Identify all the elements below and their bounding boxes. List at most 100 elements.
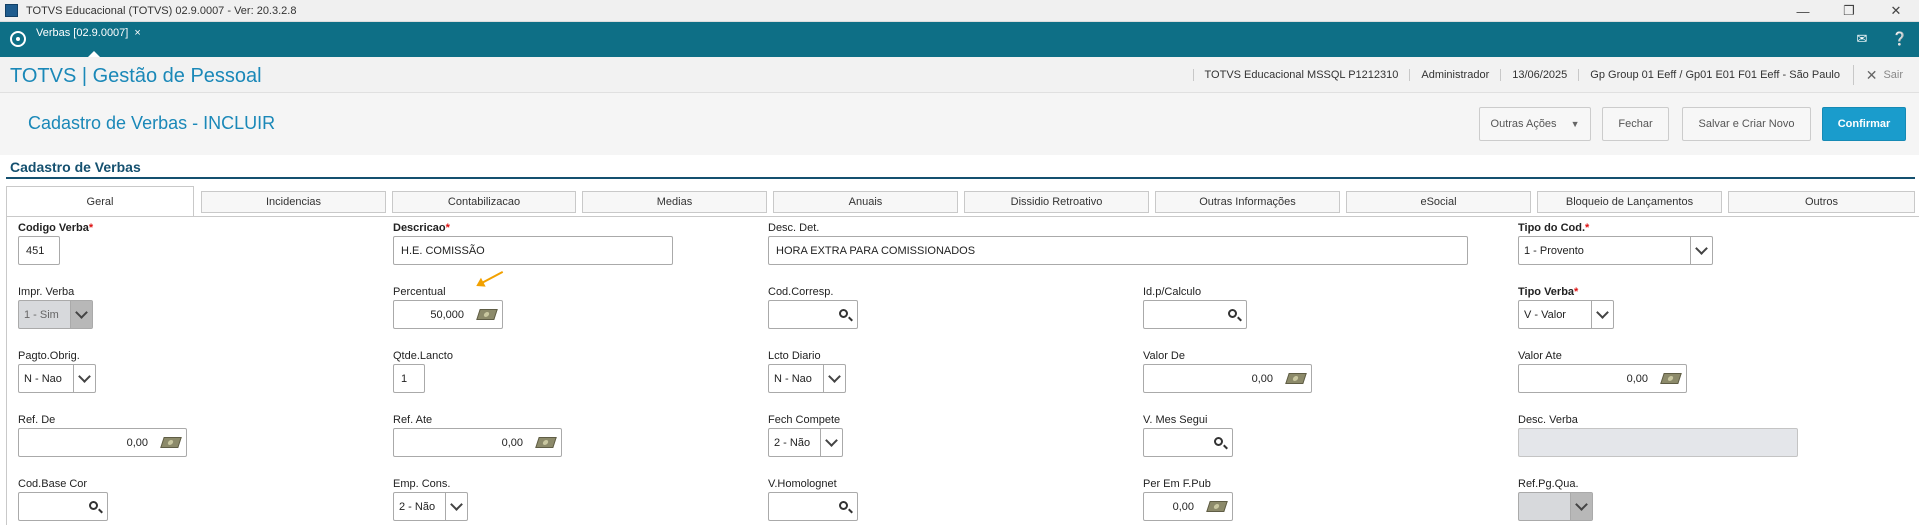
fech-compete-select[interactable]: 2 - Não — [768, 428, 843, 457]
money-icon[interactable] — [1660, 373, 1682, 384]
search-icon[interactable] — [1214, 437, 1223, 446]
ref-pg-qua-select[interactable] — [1518, 492, 1593, 521]
save-new-button[interactable]: Salvar e Criar Novo — [1682, 107, 1811, 141]
environment-info[interactable]: TOTVS Educacional MSSQL P1212310 — [1192, 69, 1410, 81]
qtde-lancto-input[interactable]: 1 — [393, 364, 425, 393]
id-calculo-label: Id.p/Calculo — [1143, 286, 1202, 298]
v-mes-segui-label: V. Mes Segui — [1143, 414, 1208, 426]
close-form-button[interactable]: Fechar — [1602, 107, 1669, 141]
money-icon[interactable] — [160, 437, 182, 448]
pagto-obrig-value: N - Nao — [24, 372, 62, 385]
ref-ate-label: Ref. Ate — [393, 414, 433, 426]
tab-outros[interactable]: Outros — [1728, 191, 1915, 213]
restore-icon[interactable]: ❐ — [1826, 0, 1872, 22]
id-calculo-input[interactable] — [1143, 300, 1247, 329]
v-mes-segui-input[interactable] — [1143, 428, 1233, 457]
other-actions-button[interactable]: Outras Ações ▼ — [1479, 107, 1591, 141]
chevron-down-icon[interactable] — [1570, 493, 1592, 520]
tab-incidencias[interactable]: Incidencias — [201, 191, 386, 213]
other-actions-label: Outras Ações — [1490, 118, 1557, 130]
emp-cons-value: 2 - Não — [399, 500, 436, 513]
lcto-diario-label: Lcto Diario — [768, 350, 821, 362]
section-divider — [6, 177, 1915, 179]
tab-verbas-label: Verbas [02.9.0007] — [36, 27, 129, 39]
logout-label: Sair — [1883, 69, 1903, 81]
brand-title: TOTVS | Gestão de Pessoal — [10, 65, 262, 87]
tipo-cod-select[interactable]: 1 - Provento — [1518, 236, 1713, 265]
descricao-input[interactable]: H.E. COMISSÃO — [393, 236, 673, 265]
ref-de-input[interactable]: 0,00 — [18, 428, 187, 457]
totvs-logo-icon[interactable] — [10, 31, 26, 47]
logout-button[interactable]: ✕ Sair — [1852, 65, 1903, 85]
chevron-down-icon[interactable] — [823, 365, 845, 392]
per-em-fpub-value: 0,00 — [1172, 500, 1194, 513]
cod-base-cor-label: Cod.Base Cor — [18, 478, 88, 490]
tab-contabilizacao[interactable]: Contabilizacao — [392, 191, 576, 213]
tab-bloqueio-lancamentos[interactable]: Bloqueio de Lançamentos — [1537, 191, 1722, 213]
valor-ate-label: Valor Ate — [1518, 350, 1562, 362]
tab-anuais[interactable]: Anuais — [773, 191, 958, 213]
impr-verba-select: 1 - Sim — [18, 300, 93, 329]
fech-compete-value: 2 - Não — [774, 436, 811, 449]
search-icon[interactable] — [839, 501, 848, 510]
money-icon[interactable] — [1285, 373, 1307, 384]
minimize-icon[interactable]: — — [1780, 0, 1826, 22]
chevron-down-icon[interactable] — [73, 365, 95, 392]
chevron-down-icon[interactable] — [820, 429, 842, 456]
ref-de-label: Ref. De — [18, 414, 56, 426]
tipo-cod-value: 1 - Provento — [1524, 244, 1584, 257]
tab-geral[interactable]: Geral — [6, 186, 194, 217]
window-title: TOTVS Educacional (TOTVS) 02.9.0007 - Ve… — [26, 4, 297, 17]
pagto-obrig-label: Pagto.Obrig. — [18, 350, 80, 362]
search-icon[interactable] — [839, 309, 848, 318]
tab-dissidio-retroativo[interactable]: Dissidio Retroativo — [964, 191, 1149, 213]
valor-de-label: Valor De — [1143, 350, 1185, 362]
desc-det-input[interactable]: HORA EXTRA PARA COMISSIONADOS — [768, 236, 1468, 265]
codigo-verba-input[interactable]: 451 — [18, 236, 60, 265]
v-homolognet-label: V.Homolognet — [768, 478, 837, 490]
qtde-lancto-label: Qtde.Lancto — [393, 350, 453, 362]
cod-base-cor-input[interactable] — [18, 492, 108, 521]
v-homolognet-input[interactable] — [768, 492, 858, 521]
tab-verbas[interactable]: Verbas [02.9.0007] × — [36, 27, 141, 39]
confirm-button[interactable]: Confirmar — [1822, 107, 1906, 141]
pagto-obrig-select[interactable]: N - Nao — [18, 364, 96, 393]
lcto-diario-select[interactable]: N - Nao — [768, 364, 846, 393]
money-icon[interactable] — [476, 309, 498, 320]
money-icon[interactable] — [1206, 501, 1228, 512]
percentual-value: 50,000 — [430, 308, 464, 321]
money-icon[interactable] — [535, 437, 557, 448]
per-em-fpub-label: Per Em F.Pub — [1143, 478, 1211, 490]
search-icon[interactable] — [89, 501, 98, 510]
user-info[interactable]: Administrador — [1409, 69, 1500, 81]
mail-icon[interactable]: ✉ — [1851, 27, 1873, 51]
tab-esocial[interactable]: eSocial — [1346, 191, 1531, 213]
section-title: Cadastro de Verbas — [10, 159, 141, 175]
chevron-down-icon[interactable] — [1690, 237, 1712, 264]
app-tabstrip: Verbas [02.9.0007] × ✉ ❔ — [0, 22, 1919, 57]
chevron-down-icon[interactable] — [445, 493, 467, 520]
tab-medias[interactable]: Medias — [582, 191, 767, 213]
tipo-verba-select[interactable]: V - Valor — [1518, 300, 1614, 329]
valor-de-input[interactable]: 0,00 — [1143, 364, 1312, 393]
tab-outras-informacoes[interactable]: Outras Informações — [1155, 191, 1340, 213]
impr-verba-label: Impr. Verba — [18, 286, 75, 298]
valor-de-value: 0,00 — [1251, 372, 1273, 385]
help-icon[interactable]: ❔ — [1889, 27, 1911, 51]
tab-close-icon[interactable]: × — [134, 27, 140, 39]
search-icon[interactable] — [1228, 309, 1237, 318]
date-info[interactable]: 13/06/2025 — [1500, 69, 1578, 81]
ref-ate-input[interactable]: 0,00 — [393, 428, 562, 457]
desc-verba-input — [1518, 428, 1798, 457]
emp-cons-select[interactable]: 2 - Não — [393, 492, 468, 521]
valor-ate-input[interactable]: 0,00 — [1518, 364, 1687, 393]
percentual-input[interactable]: 50,000 — [393, 300, 503, 329]
per-em-fpub-input[interactable]: 0,00 — [1143, 492, 1233, 521]
cod-corresp-label: Cod.Corresp. — [768, 286, 834, 298]
chevron-down-icon[interactable] — [1591, 301, 1613, 328]
window-titlebar: TOTVS Educacional (TOTVS) 02.9.0007 - Ve… — [0, 0, 1919, 22]
company-info[interactable]: Gp Group 01 Eeff / Gp01 E01 F01 Eeff - S… — [1578, 69, 1851, 81]
cod-corresp-input[interactable] — [768, 300, 858, 329]
close-icon[interactable]: ✕ — [1873, 0, 1919, 22]
desc-det-label: Desc. Det. — [768, 222, 820, 234]
